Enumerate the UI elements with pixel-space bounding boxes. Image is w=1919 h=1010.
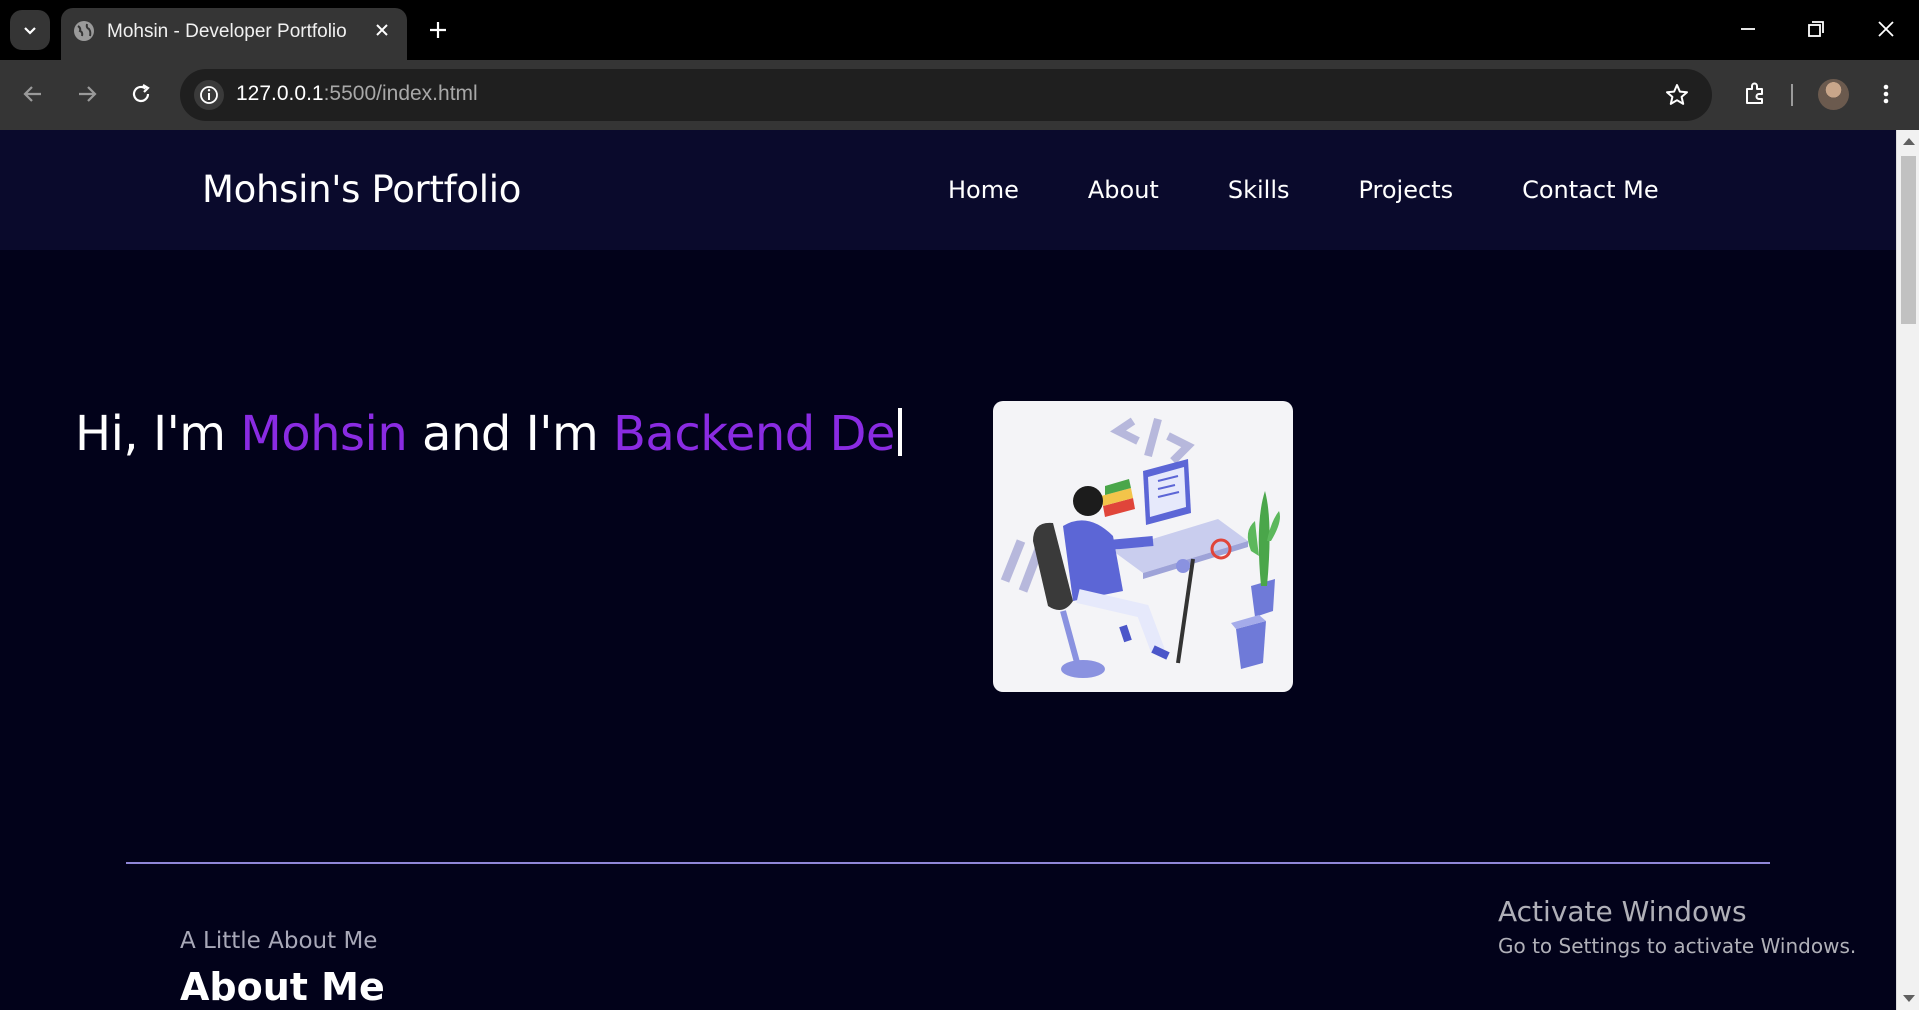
hero-illustration	[993, 401, 1293, 692]
browser-tab[interactable]: Mohsin - Developer Portfolio	[61, 8, 407, 60]
chevron-down-icon	[24, 27, 36, 35]
nav-link-contact[interactable]: Contact Me	[1522, 176, 1658, 204]
page-viewport: Mohsin's Portfolio Home About Skills Pro…	[0, 130, 1896, 1010]
browser-toolbar: 127.0.0.1:5500/index.html	[0, 60, 1919, 130]
address-bar[interactable]: 127.0.0.1:5500/index.html	[180, 69, 1712, 121]
restore-icon[interactable]	[1801, 14, 1831, 44]
hero-role-typed: Backend De	[612, 406, 896, 462]
extensions-icon[interactable]	[1740, 79, 1770, 109]
url-text[interactable]: 127.0.0.1:5500/index.html	[236, 82, 478, 106]
browser-tab-bar: Mohsin - Developer Portfolio	[0, 0, 1919, 60]
hero-heading: Hi, I'm Mohsin and I'm Backend De	[75, 406, 902, 462]
nav-link-projects[interactable]: Projects	[1358, 176, 1453, 204]
nav-links: Home About Skills Projects Contact Me	[948, 176, 1659, 204]
hero-name: Mohsin	[240, 406, 408, 462]
vertical-scrollbar[interactable]	[1896, 130, 1919, 1010]
forward-icon[interactable]	[72, 79, 102, 109]
url-host: 127.0.0.1	[236, 82, 324, 105]
activate-windows-title: Activate Windows	[1498, 895, 1747, 928]
scroll-thumb[interactable]	[1901, 156, 1916, 324]
hero-middle: and I'm	[407, 406, 613, 462]
about-subtitle: A Little About Me	[180, 928, 378, 954]
globe-icon	[74, 21, 94, 41]
minimize-icon[interactable]	[1733, 14, 1763, 44]
section-divider	[126, 862, 1770, 864]
star-icon[interactable]	[1664, 82, 1690, 108]
plus-icon[interactable]	[425, 17, 451, 43]
avatar[interactable]	[1818, 79, 1849, 110]
about-title: About Me	[180, 965, 385, 1009]
tab-search-button[interactable]	[10, 10, 50, 50]
more-icon[interactable]	[1876, 79, 1896, 109]
scroll-up-arrow-icon[interactable]	[1903, 138, 1915, 145]
url-path: :5500/index.html	[323, 82, 478, 105]
close-icon[interactable]	[371, 19, 393, 41]
nav-link-home[interactable]: Home	[948, 176, 1019, 204]
reload-icon[interactable]	[126, 79, 156, 109]
hero-prefix: Hi, I'm	[75, 406, 241, 462]
back-icon[interactable]	[18, 79, 48, 109]
activate-windows-hint: Go to Settings to activate Windows.	[1498, 934, 1857, 958]
info-icon[interactable]	[194, 80, 224, 110]
scroll-down-arrow-icon[interactable]	[1903, 995, 1915, 1002]
site-logo[interactable]: Mohsin's Portfolio	[202, 168, 521, 211]
toolbar-divider	[1791, 84, 1793, 106]
activate-windows-watermark: Activate Windows Go to Settings to activ…	[1498, 895, 1856, 958]
site-navbar: Mohsin's Portfolio Home About Skills Pro…	[0, 130, 1896, 250]
nav-link-skills[interactable]: Skills	[1228, 176, 1290, 204]
typing-cursor	[897, 408, 902, 456]
nav-link-about[interactable]: About	[1088, 176, 1159, 204]
window-close-icon[interactable]	[1871, 14, 1901, 44]
tab-title: Mohsin - Developer Portfolio	[107, 21, 347, 42]
